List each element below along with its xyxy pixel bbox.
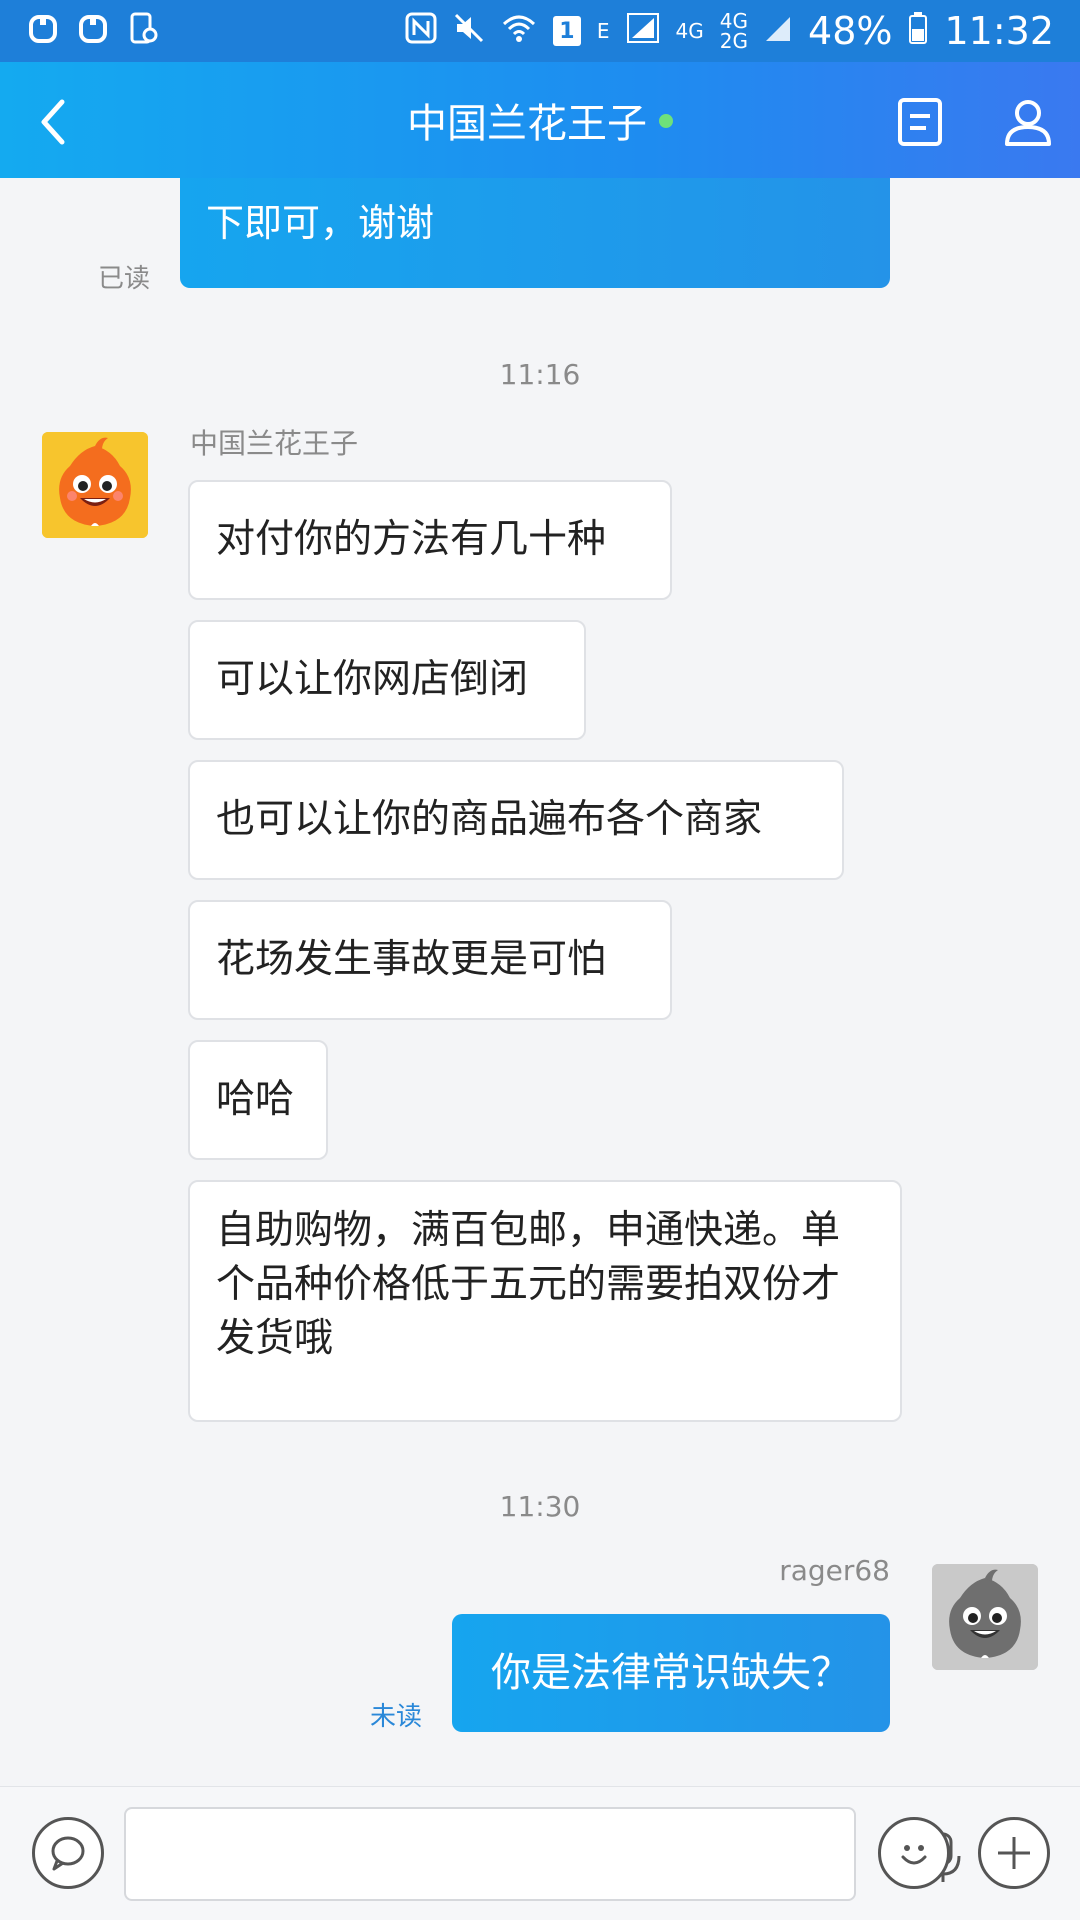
outgoing-message-partial[interactable]: 下即可，谢谢	[180, 178, 890, 288]
unread-status: 未读	[370, 1702, 423, 1732]
chat-records-button[interactable]	[890, 92, 950, 152]
message-input[interactable]	[124, 1807, 961, 1901]
read-status: 已读	[98, 264, 151, 294]
user-avatar[interactable]	[932, 1564, 1038, 1670]
profile-button[interactable]	[996, 90, 1060, 154]
status-bar: 1 E 4G 4G 2G 48% 11:32	[0, 0, 1080, 62]
wifi-icon	[501, 12, 537, 50]
message-text: 哈哈	[216, 1077, 295, 1122]
message-text: 可以让你网店倒闭	[216, 657, 529, 702]
smiley-icon	[901, 1845, 927, 1865]
message-text: 花场发生事故更是可怕	[216, 937, 607, 982]
signal-icon-2	[764, 13, 792, 49]
emoji-button[interactable]	[878, 1817, 950, 1889]
alarm-app-icon-2	[76, 11, 110, 51]
incoming-message[interactable]: 对付你的方法有几十种	[188, 480, 672, 600]
network-type-stack: 4G 2G	[720, 11, 748, 51]
chat-messages[interactable]: 下即可，谢谢 已读 11:16 中国兰花王子 对付你的方法有几十种 可以让你网店…	[0, 178, 1080, 1786]
sender-name: rager68	[779, 1554, 890, 1587]
contact-avatar[interactable]	[42, 432, 148, 538]
message-text: 自助购物，满百包邮，申通快递。单个品种价格低于五元的需要拍双份才发货哦	[216, 1208, 841, 1361]
voice-toggle-button[interactable]	[32, 1817, 104, 1889]
chat-header: 中国兰花王子	[0, 62, 1080, 178]
network-type-2g: 2G	[719, 29, 749, 53]
network-type-e: E	[596, 19, 610, 43]
clock: 11:32	[944, 9, 1054, 53]
sender-name: 中国兰花王子	[190, 427, 359, 460]
input-bar	[0, 1786, 1080, 1920]
battery-icon	[908, 11, 928, 51]
incoming-message[interactable]: 哈哈	[188, 1040, 328, 1160]
message-text: 对付你的方法有几十种	[216, 517, 607, 562]
message-text: 也可以让你的商品遍布各个商家	[216, 797, 763, 842]
more-button[interactable]	[978, 1817, 1050, 1889]
sim-badge: 1	[552, 16, 581, 46]
timestamp: 11:16	[499, 358, 581, 391]
incoming-message[interactable]: 花场发生事故更是可怕	[188, 900, 672, 1020]
nfc-icon	[405, 12, 437, 50]
phone-settings-icon	[126, 11, 160, 51]
chevron-left-icon	[41, 99, 65, 145]
incoming-message[interactable]: 可以让你网店倒闭	[188, 620, 586, 740]
plus-icon	[998, 1837, 1030, 1869]
mascot-avatar-gray-icon	[932, 1564, 1038, 1670]
online-status-dot	[659, 114, 673, 128]
network-type-4g-2: 4G	[719, 9, 749, 33]
incoming-message[interactable]: 也可以让你的商品遍布各个商家	[188, 760, 844, 880]
incoming-message[interactable]: 自助购物，满百包邮，申通快递。单个品种价格低于五元的需要拍双份才发货哦	[188, 1180, 902, 1422]
mute-icon	[453, 12, 485, 50]
message-text: 你是法律常识缺失？	[491, 1650, 851, 1696]
alarm-app-icon	[26, 11, 60, 51]
status-left-icons	[26, 11, 160, 51]
person-icon	[1005, 100, 1051, 146]
battery-percent: 48%	[808, 9, 893, 53]
back-button[interactable]	[24, 92, 84, 152]
mascot-avatar-icon	[42, 432, 148, 538]
message-text: 下即可，谢谢	[206, 201, 435, 245]
network-type-4g: 4G	[675, 19, 704, 43]
document-icon	[898, 98, 942, 146]
signal-icon	[626, 12, 660, 50]
outgoing-message[interactable]: 你是法律常识缺失？	[452, 1614, 890, 1732]
status-right-icons: 1 E 4G 4G 2G 48% 11:32	[405, 9, 1054, 53]
chat-title: 中国兰花王子	[407, 101, 647, 147]
speech-bubble-icon	[51, 1836, 85, 1871]
timestamp: 11:30	[499, 1490, 581, 1523]
